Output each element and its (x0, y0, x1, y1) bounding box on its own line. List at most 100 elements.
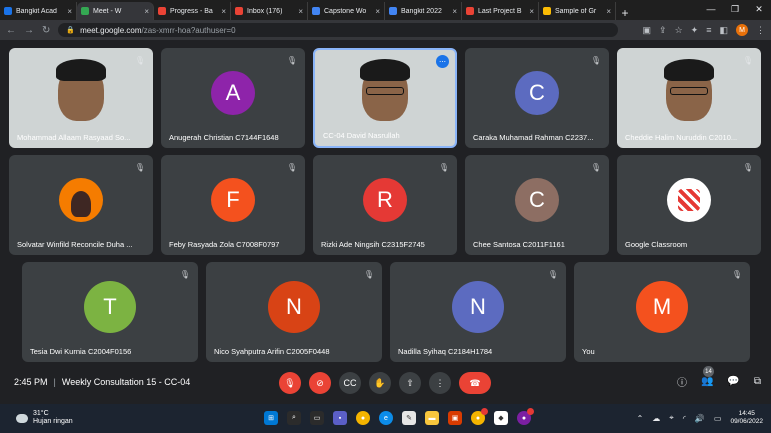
volume-icon[interactable]: 🔊 (695, 414, 705, 423)
browser-tab[interactable]: Bangkit 2022 × (385, 2, 462, 20)
restore-icon[interactable]: ❐ (723, 0, 747, 20)
edge-icon[interactable]: e (379, 411, 393, 425)
start-icon[interactable]: ⊞ (264, 411, 278, 425)
tab-close-icon[interactable]: × (529, 7, 534, 16)
back-icon[interactable]: ← (6, 25, 16, 36)
present-button[interactable]: ⇧ (399, 372, 421, 394)
tab-close-icon[interactable]: × (67, 7, 72, 16)
browser-tab[interactable]: Sample of Gr × (539, 2, 616, 20)
mic-muted-icon: 🎙 (731, 269, 743, 279)
search-icon[interactable]: ⌕ (287, 411, 301, 425)
mic-muted-icon: 🎙 (438, 162, 450, 172)
participant-tile[interactable]: 🎙 Mohammad Allaam Rasyaad So... (9, 48, 153, 148)
mic-muted-icon: 🎙 (286, 162, 298, 172)
mic-muted-icon: 🎙 (134, 162, 146, 172)
participant-tile[interactable]: R 🎙 Rizki Ade Ningsih C2315F2745 (313, 155, 457, 255)
more-options-button[interactable]: ⋮ (429, 372, 451, 394)
participant-name: Google Classroom (625, 240, 688, 249)
temperature: 31°C (33, 410, 49, 417)
extensions-icon[interactable]: ✦ (691, 25, 699, 36)
participant-name: Solvatar Winfild Reconcile Duha ... (17, 240, 133, 249)
participant-tile[interactable]: 🎙 Cheddie Halim Nuruddin C2010... (617, 48, 761, 148)
camera-off-button[interactable]: ⊘ (309, 372, 331, 394)
chrome-profile-icon[interactable]: ● (471, 408, 488, 425)
menu-icon[interactable]: ⋮ (756, 25, 765, 36)
tab-close-icon[interactable]: × (144, 7, 149, 16)
avatar: F (211, 178, 255, 222)
file-explorer-icon[interactable]: ▬ (425, 411, 439, 425)
battery-icon[interactable]: ▭ (714, 414, 722, 423)
participant-tile[interactable]: N 🎙 Nadilla Syihaq C2184H1784 (390, 262, 566, 362)
participant-tile[interactable]: A 🎙 Anugerah Christian C7144F1648 (161, 48, 305, 148)
participant-name: You (582, 347, 595, 356)
participant-tile[interactable]: 🎙 Google Classroom (617, 155, 761, 255)
mic-muted-icon: 🎙 (179, 269, 191, 279)
participant-tile[interactable]: C 🎙 Caraka Muhamad Rahman C2237... (465, 48, 609, 148)
forward-icon[interactable]: → (24, 25, 34, 36)
teams-chat-icon[interactable]: ▪ (333, 411, 347, 425)
info-icon[interactable]: ⓘ (677, 374, 687, 389)
store-icon[interactable]: ◆ (494, 411, 508, 425)
app-icon[interactable]: ● (517, 408, 534, 425)
tab-close-icon[interactable]: × (375, 7, 380, 16)
weather-widget[interactable]: 31°C Hujan ringan (16, 410, 73, 426)
leave-call-button[interactable]: ☎ (459, 372, 491, 394)
browser-tab[interactable]: Progress - Ba × (154, 2, 231, 20)
camera-off-icon: ⊘ (316, 377, 324, 388)
camera-icon[interactable]: ▣ (643, 25, 652, 36)
notepad-icon[interactable]: ✎ (402, 411, 416, 425)
close-window-icon[interactable]: ✕ (747, 0, 771, 20)
url-field[interactable]: 🔒 meet.google.com/zas-xmrr-hoa?authuser=… (58, 23, 619, 37)
bookmark-star-icon[interactable]: ☆ (675, 25, 683, 36)
mic-off-button[interactable]: 🎙 (279, 372, 301, 394)
url-host: meet.google.com (80, 25, 142, 35)
clock[interactable]: 14:45 09/06/2022 (730, 410, 763, 426)
new-tab-icon[interactable]: + (616, 6, 634, 20)
profile-avatar[interactable]: M (736, 24, 748, 36)
tab-label: Last Project B (478, 7, 522, 15)
chevron-up-icon[interactable]: ⌃ (637, 414, 644, 423)
participant-tile[interactable]: F 🎙 Feby Rasyada Zola C7008F0797 (161, 155, 305, 255)
avatar-photo (59, 178, 103, 222)
captions-button[interactable]: CC (339, 372, 361, 394)
participant-name: CC-04 David Nasrullah (323, 131, 400, 140)
sidebar-icon[interactable]: ◧ (719, 25, 728, 36)
raise-hand-button[interactable]: ✋ (369, 372, 391, 394)
participant-tile[interactable]: ⋯ CC-04 David Nasrullah (313, 48, 457, 148)
participant-tile[interactable]: T 🎙 Tesia Dwi Kurnia C2004F0156 (22, 262, 198, 362)
wifi-icon[interactable]: ◜ (683, 414, 686, 423)
participant-tile[interactable]: 🎙 Solvatar Winfild Reconcile Duha ... (9, 155, 153, 255)
share-icon[interactable]: ⇪ (659, 25, 667, 36)
office-icon[interactable]: ▣ (448, 411, 462, 425)
browser-tab[interactable]: Bangkit Acad × (0, 2, 77, 20)
avatar: T (84, 281, 136, 333)
more-vert-icon: ⋮ (435, 377, 445, 388)
activities-icon[interactable]: ⧉ (754, 376, 761, 387)
people-button[interactable]: 👥 14 (701, 366, 714, 387)
tab-favicon-icon (81, 7, 89, 15)
task-view-icon[interactable]: ▭ (310, 411, 324, 425)
browser-tab[interactable]: Last Project B × (462, 2, 539, 20)
reading-list-icon[interactable]: ≡ (706, 25, 711, 35)
participant-tile[interactable]: M 🎙 You (574, 262, 750, 362)
tab-close-icon[interactable]: × (452, 7, 457, 16)
chat-icon[interactable]: 💬 (727, 376, 739, 387)
reload-icon[interactable]: ↻ (42, 25, 50, 36)
participant-tile[interactable]: N 🎙 Nico Syahputra Arifin C2005F0448 (206, 262, 382, 362)
tab-close-icon[interactable]: × (221, 7, 226, 16)
participant-name: Chee Santosa C2011F1161 (473, 240, 565, 249)
browser-tab[interactable]: Capstone Wo × (308, 2, 385, 20)
tab-close-icon[interactable]: × (298, 7, 303, 16)
tab-close-icon[interactable]: × (606, 7, 611, 16)
meeting-time: 2:45 PM (14, 377, 48, 387)
browser-tab[interactable]: Meet - W × (77, 2, 154, 20)
participant-tile[interactable]: C 🎙 Chee Santosa C2011F1161 (465, 155, 609, 255)
tile-more-icon[interactable]: ⋯ (436, 55, 449, 68)
minimize-icon[interactable]: — (699, 0, 723, 20)
location-icon[interactable]: ⌖ (669, 413, 674, 423)
onedrive-icon[interactable]: ☁ (652, 414, 660, 423)
avatar: R (363, 178, 407, 222)
lock-icon: 🔒 (66, 27, 76, 34)
chrome-icon[interactable]: ● (356, 411, 370, 425)
browser-tab[interactable]: Inbox (176) × (231, 2, 308, 20)
